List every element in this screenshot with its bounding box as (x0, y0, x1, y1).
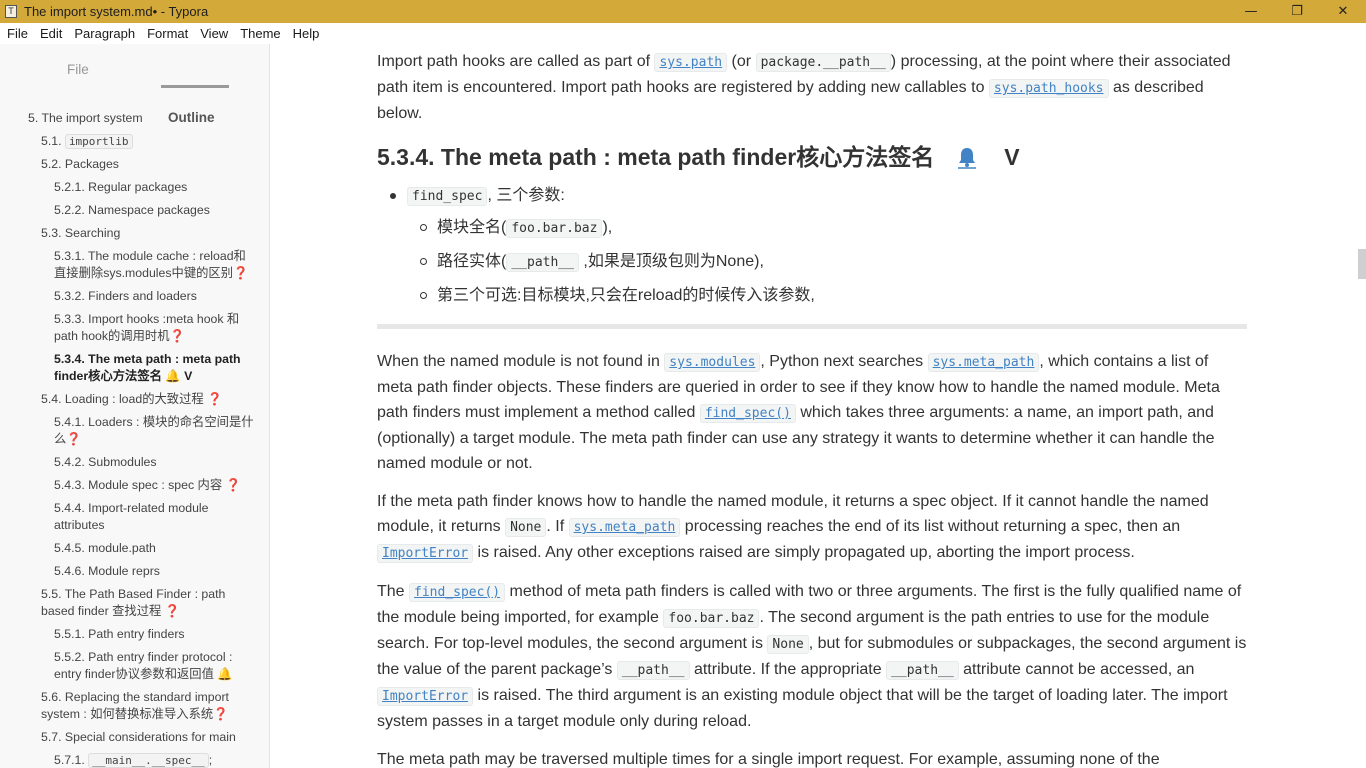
code-link-sys-meta-path[interactable]: sys.meta_path (568, 518, 681, 537)
list-item: 第三个可选:目标模块,只会在reload的时候传入该参数, (407, 283, 1247, 308)
menu-format[interactable]: Format (141, 26, 194, 41)
bell-icon[interactable] (956, 145, 978, 169)
menu-bar: File Edit Paragraph Format View Theme He… (0, 23, 1366, 44)
outline-item[interactable]: 5.2. Packages (0, 156, 269, 173)
editor-area[interactable]: Import path hooks are called as part of … (271, 44, 1366, 768)
menu-view[interactable]: View (194, 26, 234, 41)
sub-list: 模块全名(foo.bar.baz), 路径实体(__path__ ,如果是顶级包… (407, 215, 1247, 308)
inline-code: package.__path__ (755, 53, 891, 72)
bell-icon: 🔔 (165, 369, 181, 383)
paragraph-spec-object: If the meta path finder knows how to han… (377, 493, 1209, 563)
outline-item[interactable]: 5.5. The Path Based Finder : path based … (0, 586, 269, 620)
outline-item[interactable]: 5.4. Loading : load的大致过程 ❓ (0, 391, 269, 408)
scrollbar-thumb[interactable] (1358, 249, 1366, 279)
question-mark-icon: ❓ (207, 392, 223, 406)
document-content[interactable]: Import path hooks are called as part of … (377, 44, 1247, 768)
code-link-sys-modules[interactable]: sys.modules (664, 353, 761, 372)
outline-item[interactable]: 5.3.3. Import hooks :meta hook 和 path ho… (0, 311, 269, 345)
outline-item[interactable]: 5.4.2. Submodules (0, 454, 269, 471)
heading-suffix: V (1004, 144, 1020, 170)
outline-item[interactable]: 5.3.2. Finders and loaders (0, 288, 269, 305)
inline-code: None (505, 518, 547, 537)
title-bar: T The import system.md• - Typora — ❐ ✕ (0, 0, 1366, 23)
outline-item[interactable]: 5.5.2. Path entry finder protocol : entr… (0, 649, 269, 683)
inline-code: foo.bar.baz (663, 609, 760, 628)
tab-file[interactable]: File (67, 62, 89, 77)
outline-item[interactable]: 5.4.3. Module spec : spec 内容 ❓ (0, 477, 269, 494)
code-link-sys-path-hooks[interactable]: sys.path_hooks (988, 79, 1109, 98)
code-link-import-error[interactable]: ImportError (377, 687, 474, 706)
outline-item[interactable]: 5.2.2. Namespace packages (0, 202, 269, 219)
outline-item[interactable]: 5.6. Replacing the standard import syste… (0, 689, 269, 723)
maximize-button[interactable]: ❐ (1274, 0, 1320, 23)
list-item: find_spec, 三个参数: 模块全名(foo.bar.baz), 路径实体… (387, 183, 1247, 308)
inline-code: find_spec (407, 187, 488, 206)
outline-item[interactable]: 5.1. importlib (0, 133, 269, 150)
question-mark-icon: ❓ (164, 604, 181, 618)
window-title: The import system.md• - Typora (24, 4, 209, 19)
outline-item[interactable]: 5.3.4. The meta path : meta path finder核… (0, 351, 269, 385)
code-link-sys-meta-path[interactable]: sys.meta_path (927, 353, 1040, 372)
code-link-find-spec[interactable]: find_spec() (699, 404, 796, 423)
paragraph-meta-path-search: When the named module is not found in sy… (377, 353, 1220, 472)
code-link-find-spec[interactable]: find_spec() (409, 583, 506, 602)
outline-item[interactable]: 5.4.1. Loaders : 模块的命名空间是什么❓ (0, 414, 269, 448)
code-link-import-error[interactable]: ImportError (377, 544, 474, 563)
outline-item[interactable]: 5.4.4. Import-related module attributes (0, 500, 269, 534)
inline-code: __path__ (506, 253, 579, 272)
outline-item[interactable]: 5.3.1. The module cache : reload和直接删除sys… (0, 248, 269, 282)
list-item: 路径实体(__path__ ,如果是顶级包则为None), (407, 249, 1247, 275)
bullet-list: find_spec, 三个参数: 模块全名(foo.bar.baz), 路径实体… (387, 183, 1247, 308)
sidebar: File Outline 5. The import system 5.1. im… (0, 44, 270, 768)
outline-item[interactable]: 5. The import system (0, 110, 269, 127)
typora-app-icon: T (5, 5, 17, 18)
inline-code: __path__ (886, 661, 959, 680)
question-mark-icon: ❓ (66, 432, 82, 446)
heading-text: 5.3.4. The meta path : meta path finder核… (377, 144, 935, 170)
paragraph-import-path-hooks: Import path hooks are called as part of … (377, 53, 1231, 122)
question-mark-icon: ❓ (225, 478, 241, 492)
minimize-button[interactable]: — (1228, 0, 1274, 23)
bell-icon: 🔔 (217, 667, 233, 681)
window-controls: — ❐ ✕ (1228, 0, 1366, 23)
list-item: 模块全名(foo.bar.baz), (407, 215, 1247, 241)
outline-item[interactable]: 5.7.1. __main__.__spec__; (0, 752, 269, 768)
sidebar-tabs: File Outline (0, 44, 269, 125)
inline-code: importlib (64, 134, 133, 149)
paragraph-meta-path-traversal: The meta path may be traversed multiple … (377, 751, 1160, 768)
menu-edit[interactable]: Edit (34, 26, 68, 41)
menu-file[interactable]: File (0, 26, 34, 41)
outline-item[interactable]: 5.5.1. Path entry finders (0, 626, 269, 643)
outline-item[interactable]: 5.4.5. module.path (0, 540, 269, 557)
close-button[interactable]: ✕ (1320, 0, 1366, 23)
question-mark-icon: ❓ (169, 329, 185, 343)
outline-item[interactable]: 5.3. Searching (0, 225, 269, 242)
section-heading: 5.3.4. The meta path : meta path finder核… (377, 139, 1247, 175)
question-mark-icon: ❓ (213, 707, 229, 721)
inline-code: foo.bar.baz (506, 219, 603, 238)
paragraph-find-spec-args: The find_spec() method of meta path find… (377, 583, 1247, 730)
inline-code: __main__.__spec__ (88, 753, 209, 768)
menu-help[interactable]: Help (287, 26, 326, 41)
question-mark-icon: ❓ (233, 266, 249, 280)
inline-code: None (767, 635, 809, 654)
outline-item[interactable]: 5.2.1. Regular packages (0, 179, 269, 196)
menu-paragraph[interactable]: Paragraph (68, 26, 141, 41)
outline-list: 5. The import system 5.1. importlib 5.2. P… (0, 110, 269, 768)
outline-item[interactable]: 5.7. Special considerations for main (0, 729, 269, 746)
horizontal-rule (377, 324, 1247, 329)
menu-theme[interactable]: Theme (234, 26, 286, 41)
code-link-sys-path[interactable]: sys.path (654, 53, 728, 72)
active-tab-indicator (161, 85, 229, 88)
inline-code: __path__ (616, 661, 690, 680)
outline-item[interactable]: 5.4.6. Module reprs (0, 563, 269, 580)
